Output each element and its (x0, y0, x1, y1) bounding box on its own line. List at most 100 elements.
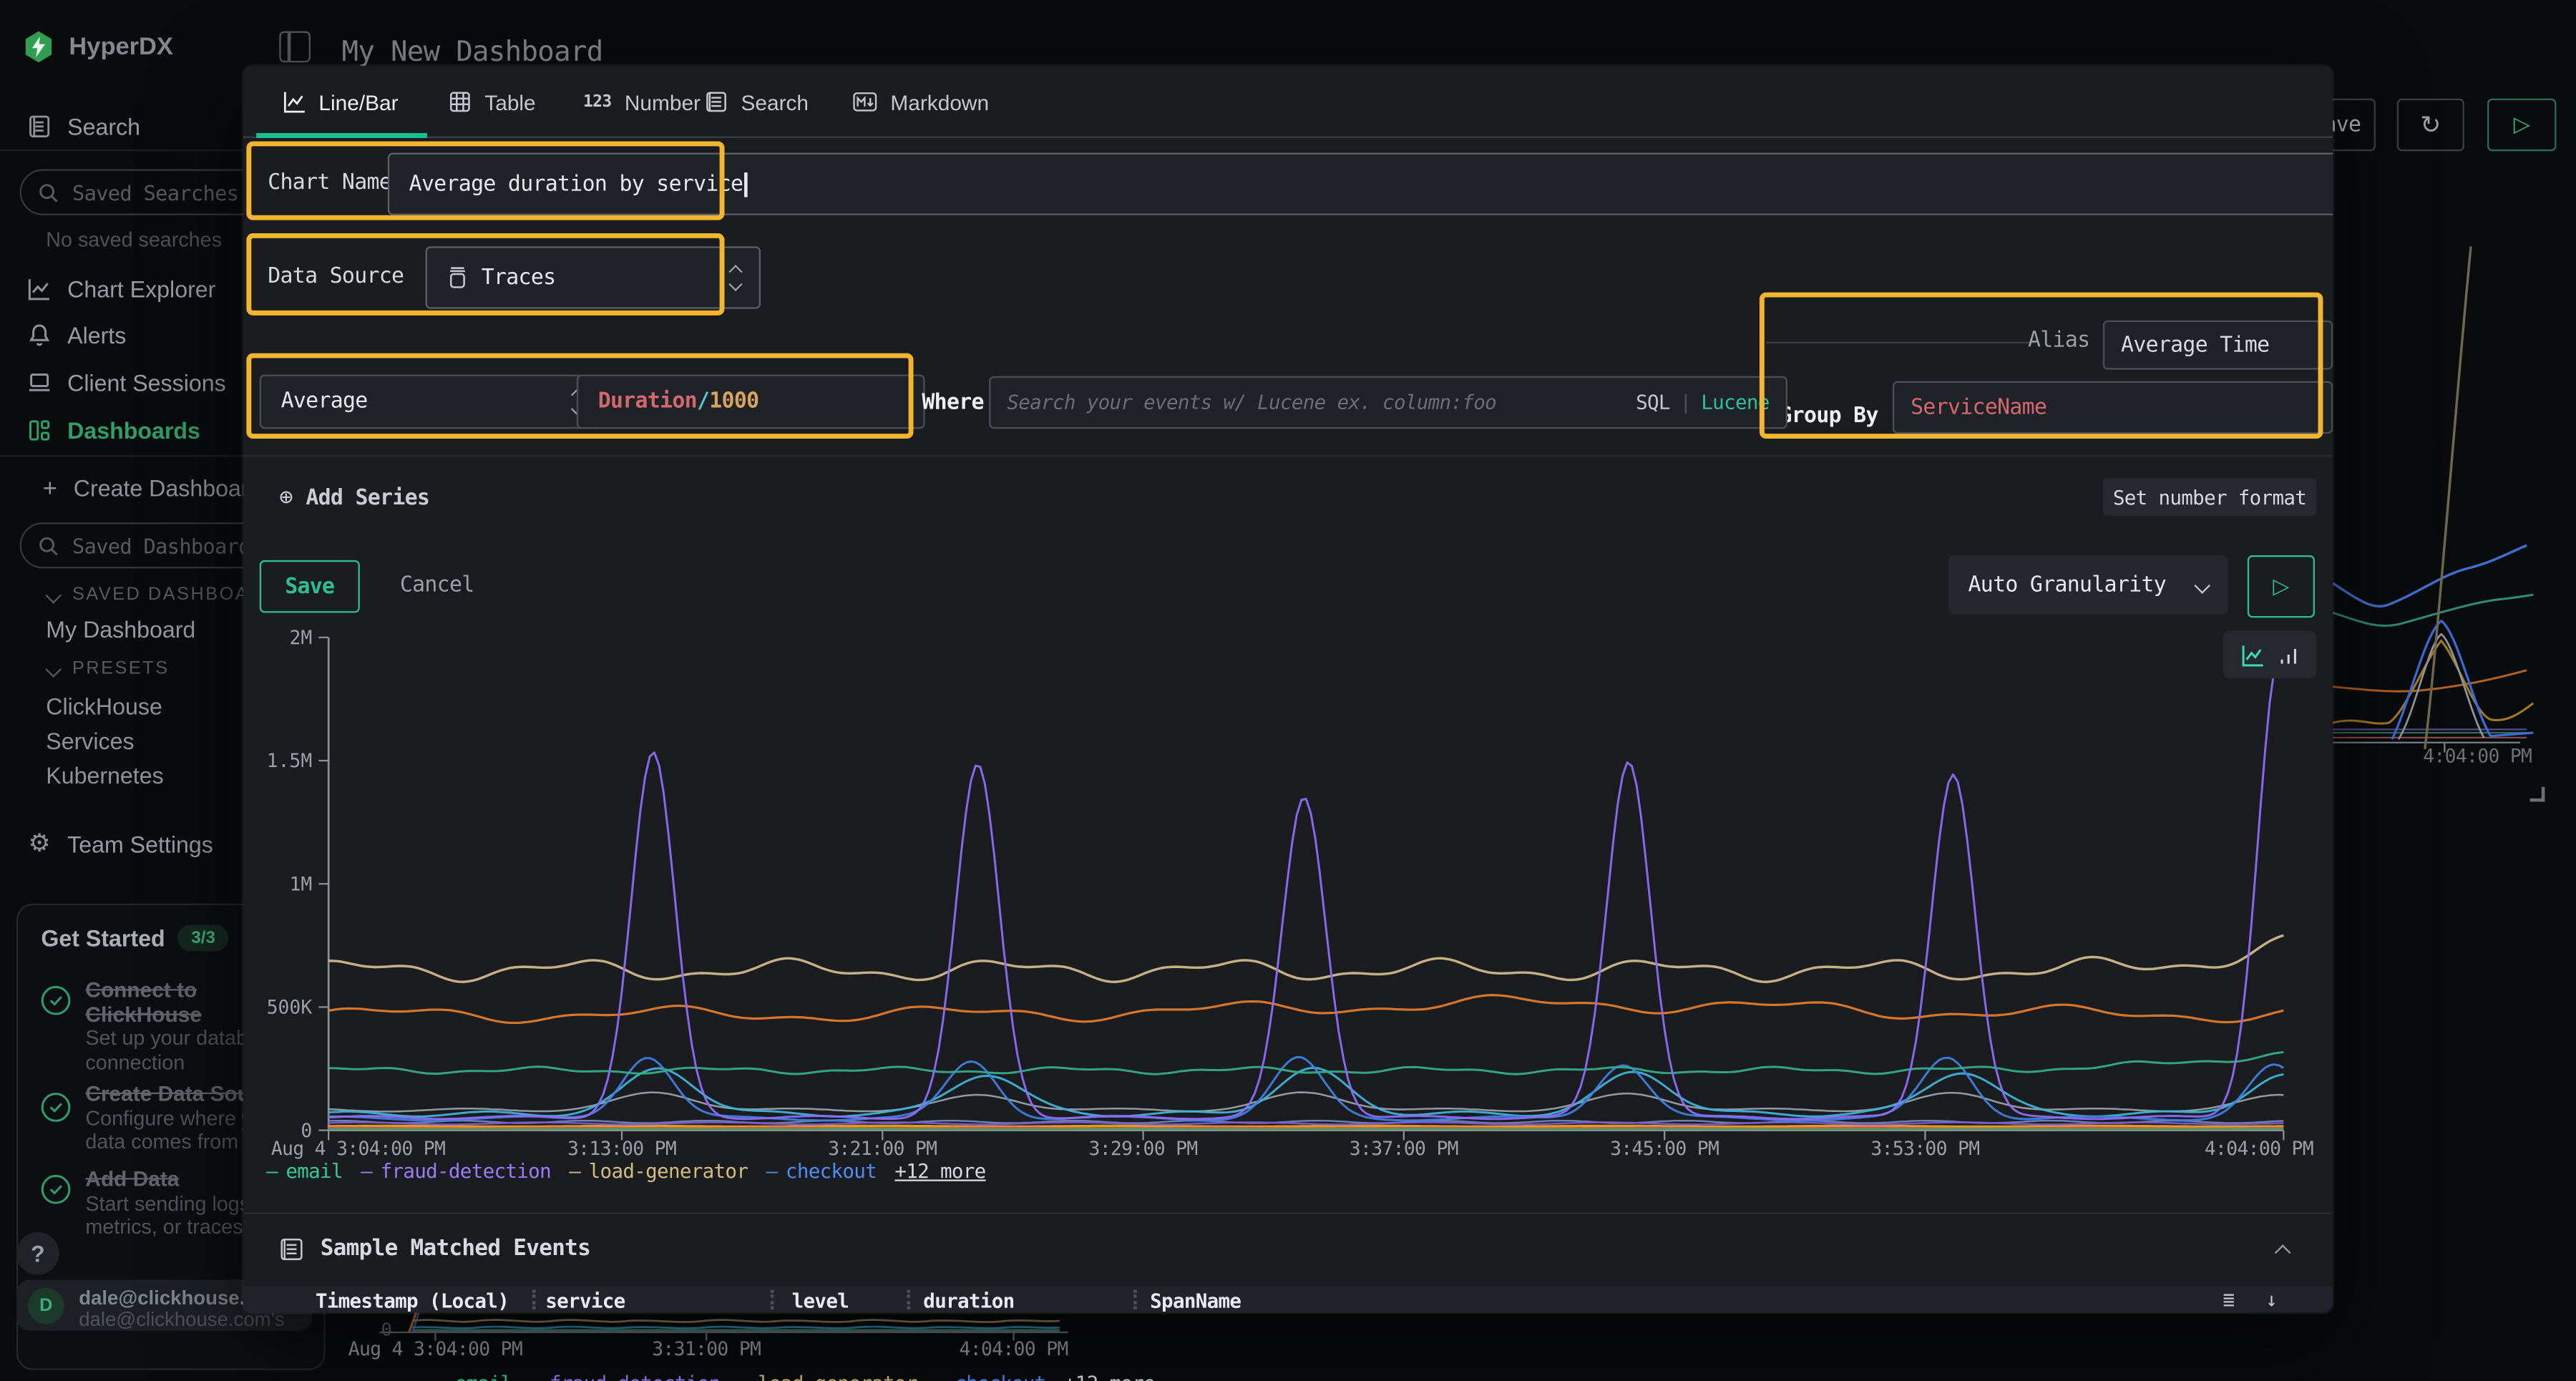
aggregation-select[interactable]: Average (260, 374, 603, 429)
chevron-down-icon (2194, 577, 2210, 593)
legend-item[interactable]: —load-generator (569, 1160, 748, 1183)
tab-markdown[interactable]: Markdown (853, 66, 989, 138)
alias-label: Alias (2024, 328, 2090, 353)
collapse-chevron-icon[interactable] (2275, 1244, 2291, 1261)
get-started-step[interactable]: Add Data Start sending logs, metrics, or… (85, 1168, 255, 1239)
legend-item[interactable]: —email (266, 1160, 343, 1183)
section-divider (243, 455, 2333, 457)
column-header[interactable]: duration (923, 1287, 1014, 1313)
legend-item[interactable]: —load-generator (738, 1372, 917, 1381)
sql-mode-toggle[interactable]: SQL (1636, 391, 1670, 414)
preview-chart-xtick: 4:04:00 PM (2205, 1137, 2313, 1160)
chart-editor-modal: Line/Bar Table 123 Number Search Markdow… (243, 66, 2333, 1313)
play-icon: ▷ (2514, 112, 2530, 138)
sample-events-header[interactable]: Sample Matched Events (279, 1236, 590, 1262)
markdown-icon (853, 92, 877, 112)
sidebar-item-label: Alerts (67, 322, 126, 348)
svg-text:1M: 1M (289, 873, 312, 895)
bar-chart-icon (2278, 644, 2298, 665)
tab-table[interactable]: Table (449, 66, 536, 138)
refresh-icon: ↻ (2420, 110, 2441, 140)
sidebar-item-label: Search (67, 113, 140, 140)
preview-chart-xtick: 3:13:00 PM (567, 1137, 676, 1160)
check-circle-icon (39, 1090, 72, 1123)
mini-chart-xtick: 4:04:00 PM (960, 1337, 1068, 1360)
gear-icon: ⚙ (26, 831, 53, 858)
sidebar-item-label: Chart Explorer (67, 276, 215, 303)
save-button[interactable]: Save (260, 560, 360, 613)
column-resize-handle[interactable] (907, 1289, 910, 1309)
set-number-format-button[interactable]: Set number format (2103, 478, 2316, 516)
where-label: Where (917, 391, 989, 415)
events-table-header: Timestamp (Local) service level duration… (243, 1287, 2333, 1313)
preview-chart-xtick: 3:37:00 PM (1350, 1137, 1458, 1160)
sidebar-collapse-icon[interactable] (279, 31, 311, 63)
brand-logo[interactable]: HyperDX (23, 29, 173, 64)
line-chart-icon (26, 276, 53, 303)
alias-input[interactable]: Average Time (2103, 321, 2333, 370)
data-source-label: Data Source (268, 250, 404, 302)
column-header[interactable]: Timestamp (Local) (316, 1287, 509, 1313)
legend-item[interactable]: +12 more (1064, 1372, 1155, 1381)
tab-line-bar[interactable]: Line/Bar (283, 66, 399, 138)
legend-item[interactable]: —checkout (766, 1160, 877, 1183)
download-icon[interactable]: ↓ (2265, 1288, 2277, 1311)
add-series-button[interactable]: ⊕ Add Series (279, 484, 429, 511)
sidebar-item-clickhouse[interactable]: ClickHouse (46, 693, 162, 720)
legend-item[interactable]: —fraud-detection (530, 1372, 721, 1381)
table-icon (449, 90, 472, 113)
legend-item[interactable]: —checkout (935, 1372, 1046, 1381)
list-doc-icon (705, 90, 728, 113)
run-query-button[interactable]: ▷ (2487, 99, 2556, 151)
refresh-button[interactable]: ↻ (2397, 99, 2464, 151)
lucene-mode-toggle[interactable]: Lucene (1701, 391, 1769, 414)
hyperdx-logo-icon (23, 29, 54, 64)
list-doc-icon (279, 1236, 303, 1261)
help-button[interactable]: ? (16, 1232, 59, 1275)
123-icon: 123 (583, 93, 611, 111)
get-started-badge: 3/3 (178, 925, 228, 952)
column-header[interactable]: service (545, 1287, 625, 1313)
field-expression-input[interactable]: Duration/1000 (577, 374, 925, 429)
database-icon (447, 266, 468, 289)
column-header[interactable]: level (792, 1287, 849, 1313)
sample-events-title: Sample Matched Events (321, 1236, 590, 1262)
check-circle-icon (39, 984, 72, 1017)
resize-handle-icon[interactable] (2530, 787, 2545, 802)
sidebar-item-services[interactable]: Services (46, 728, 134, 754)
sidebar-item-kubernetes[interactable]: Kubernetes (46, 762, 163, 789)
legend-item[interactable]: —email (435, 1372, 512, 1381)
presets-section[interactable]: PRESETS (48, 659, 170, 679)
check-circle-icon (39, 1173, 72, 1206)
legend-item[interactable]: +12 more (894, 1160, 985, 1183)
preview-chart-legend[interactable]: —email —fraud-detection —load-generator —ch… (266, 1160, 986, 1183)
group-by-input[interactable]: ServiceName (1893, 381, 2333, 434)
play-icon: ▷ (2273, 573, 2289, 600)
column-resize-handle[interactable] (771, 1289, 774, 1309)
tab-search[interactable]: Search (705, 66, 809, 138)
background-legend: —email —fraud-detection —load-generator —ch… (435, 1372, 1155, 1381)
sidebar-item-my-dashboard[interactable]: My Dashboard (46, 616, 195, 643)
line-chart-icon (283, 90, 306, 113)
preview-chart-xtick: 3:45:00 PM (1610, 1137, 1719, 1160)
column-resize-handle[interactable] (532, 1289, 536, 1309)
tab-number[interactable]: 123 Number (583, 66, 701, 138)
column-header[interactable]: SpanName (1150, 1287, 1241, 1313)
svg-text:1.5M: 1.5M (267, 750, 313, 772)
row-density-icon[interactable]: ≣ (2223, 1288, 2234, 1311)
hyperdx-app: HyperDX Search Saved Searches No saved s… (0, 0, 2576, 1381)
mini-chart-xtick: Aug 4 3:04:00 PM (348, 1337, 522, 1360)
chart-name-label: Chart Name (268, 156, 391, 208)
select-chevrons-icon (731, 267, 740, 288)
data-source-select[interactable]: Traces (426, 246, 761, 308)
granularity-select[interactable]: Auto Granularity (1948, 555, 2228, 615)
preview-run-button[interactable]: ▷ (2248, 555, 2315, 618)
create-dashboard-label: Create Dashboard (74, 475, 262, 502)
legend-item[interactable]: —fraud-detection (361, 1160, 551, 1183)
cancel-button[interactable]: Cancel (391, 560, 483, 610)
magnifier-icon (38, 182, 59, 203)
column-resize-handle[interactable] (1133, 1289, 1137, 1309)
chart-name-input[interactable]: Average duration by service (388, 153, 2333, 215)
chart-type-toggle[interactable] (2223, 631, 2316, 679)
where-search-input[interactable]: Search your events w/ Lucene ex. column:… (989, 376, 1787, 429)
